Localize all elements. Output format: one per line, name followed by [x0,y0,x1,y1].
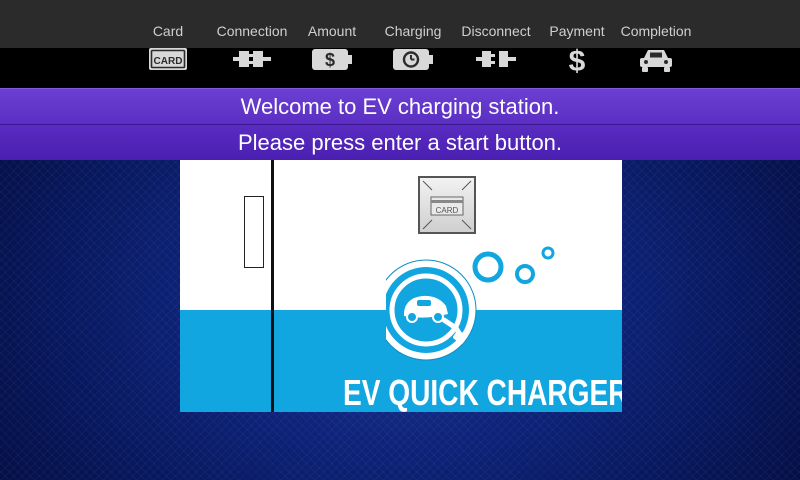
step-charging: Charging [380,0,446,80]
plug-disconnect-icon [473,44,519,74]
step-label-charging: Charging [384,23,442,39]
card-reader-label: CARD [436,206,459,215]
step-label-completion: Completion [620,23,692,39]
dollar-battery-icon: $ [309,44,355,74]
step-label-payment: Payment [549,23,605,39]
step-amount: Amount $ [300,0,364,80]
step-connection: Connection [212,0,292,80]
instruction-banner: Please press enter a start button. [0,124,800,160]
dollar-icon: $ [554,44,600,74]
step-disconnect: Disconnect [456,0,536,80]
ev-charger-logo [386,240,586,380]
charger-door-seam [271,160,274,412]
step-payment: Payment $ [546,0,608,80]
card-icon: CARD [145,44,191,74]
svg-text:$: $ [569,45,586,74]
svg-text:$: $ [325,50,335,70]
charger-door-handle [244,196,264,268]
step-label-amount: Amount [307,23,357,39]
progress-steps: Card CARD Connection Amount $ Charging D… [0,0,800,88]
car-icon [633,44,679,74]
clock-battery-icon [390,44,436,74]
step-label-connection: Connection [216,23,288,39]
ev-charger-illustration: CARD EV QUICK CHARGER [180,160,622,412]
welcome-banner: Welcome to EV charging station. [0,88,800,124]
step-label-card: Card [152,23,184,39]
card-reader: CARD [418,176,476,234]
step-completion: Completion [616,0,696,80]
step-label-disconnect: Disconnect [461,23,531,39]
charger-title: EV QUICK CHARGER [343,372,622,413]
plug-connect-icon [229,44,275,74]
card-icon-text: CARD [154,56,183,67]
step-card: Card CARD [140,0,196,80]
